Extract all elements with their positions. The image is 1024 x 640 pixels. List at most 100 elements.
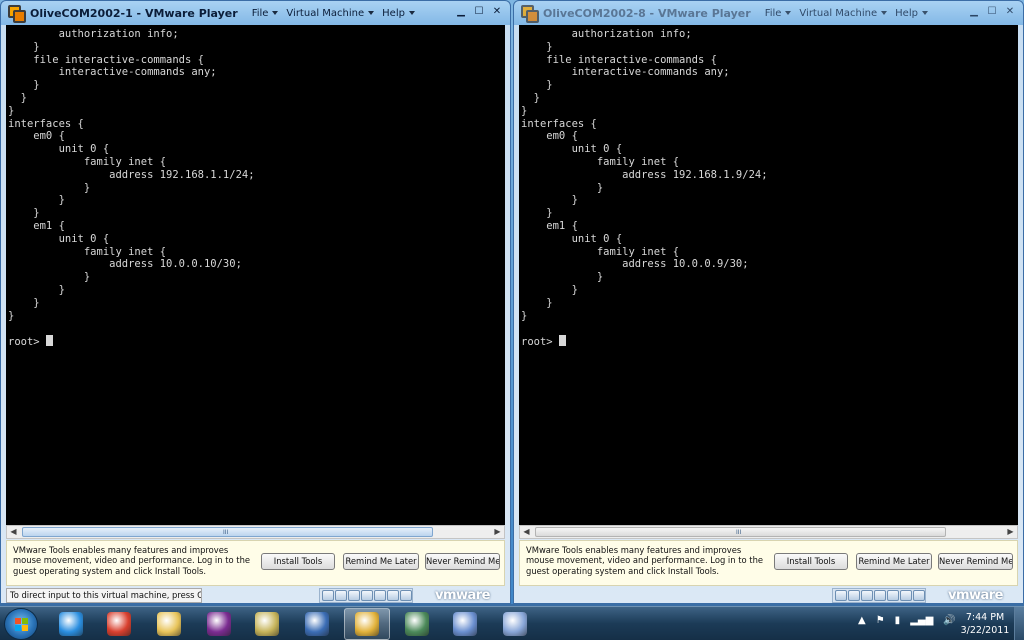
- remind-me-later-button[interactable]: Remind Me Later: [343, 553, 419, 570]
- title-bar[interactable]: OliveCOM2002-1 - VMware Player File Virt…: [1, 1, 510, 25]
- vmware-brand-logo: vmware: [434, 588, 491, 603]
- vmware-window-right[interactable]: OliveCOM2002-8 - VMware Player File Virt…: [513, 0, 1024, 604]
- scroll-grip: III: [736, 529, 742, 536]
- status-text: To direct input to this virtual machine,…: [6, 588, 202, 603]
- minimize-icon[interactable]: ▁: [967, 5, 981, 19]
- usb-icon[interactable]: [400, 590, 412, 601]
- menu-file[interactable]: File: [765, 8, 792, 19]
- vmware-tools-notification: VMware Tools enables many features and i…: [6, 540, 505, 586]
- taskbar-button-network-tool[interactable]: [442, 608, 488, 640]
- network-adapter-icon[interactable]: [361, 590, 373, 601]
- close-icon[interactable]: ✕: [490, 5, 504, 19]
- vm-console[interactable]: authorization info; } file interactive-c…: [519, 25, 1018, 525]
- text-cursor: [558, 335, 566, 347]
- vmware-player-icon: [305, 612, 329, 636]
- network-adapter-icon[interactable]: [874, 590, 886, 601]
- usb-icon[interactable]: [913, 590, 925, 601]
- notepad-icon: [255, 612, 279, 636]
- notification-message: VMware Tools enables many features and i…: [13, 545, 251, 576]
- volume-icon[interactable]: 🔊: [943, 615, 955, 626]
- remind-me-later-button[interactable]: Remind Me Later: [856, 553, 932, 570]
- taskbar-button-internet-explorer[interactable]: [48, 608, 94, 640]
- never-remind-me-button[interactable]: Never Remind Me: [938, 553, 1013, 570]
- show-hidden-icons-icon[interactable]: ▲: [858, 615, 866, 626]
- clock-date: 3/22/2011: [960, 625, 1010, 636]
- scroll-grip: III: [223, 529, 229, 536]
- network-adapter-icon[interactable]: [387, 590, 399, 601]
- menu-file[interactable]: File: [252, 8, 279, 19]
- menu-help[interactable]: Help: [895, 8, 928, 19]
- scroll-left-icon[interactable]: ◀: [520, 526, 533, 538]
- menu-bar: File Virtual Machine Help: [252, 8, 415, 19]
- never-remind-me-button[interactable]: Never Remind Me: [425, 553, 500, 570]
- vmware-window-left[interactable]: OliveCOM2002-1 - VMware Player File Virt…: [0, 0, 511, 604]
- status-bar: vmware: [514, 587, 1023, 603]
- network-adapter-icon[interactable]: [887, 590, 899, 601]
- network-adapter-icon[interactable]: [374, 590, 386, 601]
- taskbar-button-chrome[interactable]: [96, 608, 142, 640]
- install-tools-button[interactable]: Install Tools: [774, 553, 848, 570]
- maximize-icon[interactable]: ☐: [985, 5, 999, 19]
- scrollbar-thumb[interactable]: III: [22, 527, 433, 537]
- menu-bar: File Virtual Machine Help: [765, 8, 928, 19]
- close-icon[interactable]: ✕: [1003, 5, 1017, 19]
- taskbar-button-vmware-player-active[interactable]: [344, 608, 390, 640]
- maximize-icon[interactable]: ☐: [472, 5, 486, 19]
- taskbar-button-vmware-player[interactable]: [294, 608, 340, 640]
- window-title: OliveCOM2002-1 - VMware Player: [30, 6, 238, 20]
- network-tool-icon: [453, 612, 477, 636]
- taskbar: ▲ ⚑ ▮ ▂▄▆ 🔊 7:44 PM 3/22/2011: [0, 606, 1024, 640]
- taskbar-button-yahoo-messenger[interactable]: [196, 608, 242, 640]
- taskbar-button-notepad[interactable]: [244, 608, 290, 640]
- cd-drive-icon[interactable]: [848, 590, 860, 601]
- scroll-right-icon[interactable]: ▶: [1004, 526, 1017, 538]
- chevron-down-icon: [921, 11, 928, 15]
- taskbar-button-remote-desktop[interactable]: [394, 608, 440, 640]
- horizontal-scrollbar[interactable]: ◀ III ▶: [519, 525, 1018, 539]
- menu-help[interactable]: Help: [382, 8, 415, 19]
- chevron-down-icon: [272, 11, 279, 15]
- vmware-player-active-icon: [355, 612, 379, 636]
- network-adapter-icon[interactable]: [348, 590, 360, 601]
- minimize-icon[interactable]: ▁: [454, 5, 468, 19]
- network-adapter-icon[interactable]: [861, 590, 873, 601]
- paint-icon: [503, 612, 527, 636]
- cd-drive-icon[interactable]: [335, 590, 347, 601]
- scroll-left-icon[interactable]: ◀: [7, 526, 20, 538]
- action-center-flag-icon[interactable]: ⚑: [876, 615, 885, 626]
- device-icons: [832, 588, 926, 603]
- windows-logo-icon: [15, 618, 29, 632]
- horizontal-scrollbar[interactable]: ◀ III ▶: [6, 525, 505, 539]
- window-controls: ▁ ☐ ✕: [454, 5, 504, 19]
- scroll-right-icon[interactable]: ▶: [491, 526, 504, 538]
- notification-message: VMware Tools enables many features and i…: [526, 545, 764, 576]
- network-adapter-icon[interactable]: [900, 590, 912, 601]
- vmware-brand-logo: vmware: [947, 588, 1004, 603]
- title-bar[interactable]: OliveCOM2002-8 - VMware Player File Virt…: [514, 1, 1023, 25]
- scrollbar-thumb[interactable]: III: [535, 527, 946, 537]
- vm-console[interactable]: authorization info; } file interactive-c…: [6, 25, 505, 525]
- file-explorer-icon: [157, 612, 181, 636]
- yahoo-messenger-icon: [207, 612, 231, 636]
- wifi-signal-icon[interactable]: ▂▄▆: [910, 615, 933, 626]
- hard-disk-icon[interactable]: [835, 590, 847, 601]
- remote-desktop-icon: [405, 612, 429, 636]
- system-tray: ▲ ⚑ ▮ ▂▄▆ 🔊: [858, 615, 956, 626]
- internet-explorer-icon: [59, 612, 83, 636]
- battery-icon[interactable]: ▮: [895, 615, 901, 626]
- clock[interactable]: 7:44 PM 3/22/2011: [960, 611, 1010, 637]
- show-desktop-button[interactable]: [1014, 607, 1024, 640]
- taskbar-button-file-explorer[interactable]: [146, 608, 192, 640]
- vmware-tools-notification: VMware Tools enables many features and i…: [519, 540, 1018, 586]
- hard-disk-icon[interactable]: [322, 590, 334, 601]
- vmware-logo-icon: [521, 5, 539, 23]
- menu-virtual-machine[interactable]: Virtual Machine: [799, 8, 888, 19]
- menu-virtual-machine[interactable]: Virtual Machine: [286, 8, 375, 19]
- taskbar-button-paint[interactable]: [492, 608, 538, 640]
- chevron-down-icon: [368, 11, 375, 15]
- vmware-logo-icon: [8, 5, 26, 23]
- start-button[interactable]: [4, 608, 38, 640]
- window-title: OliveCOM2002-8 - VMware Player: [543, 6, 751, 20]
- install-tools-button[interactable]: Install Tools: [261, 553, 335, 570]
- text-cursor: [45, 335, 53, 347]
